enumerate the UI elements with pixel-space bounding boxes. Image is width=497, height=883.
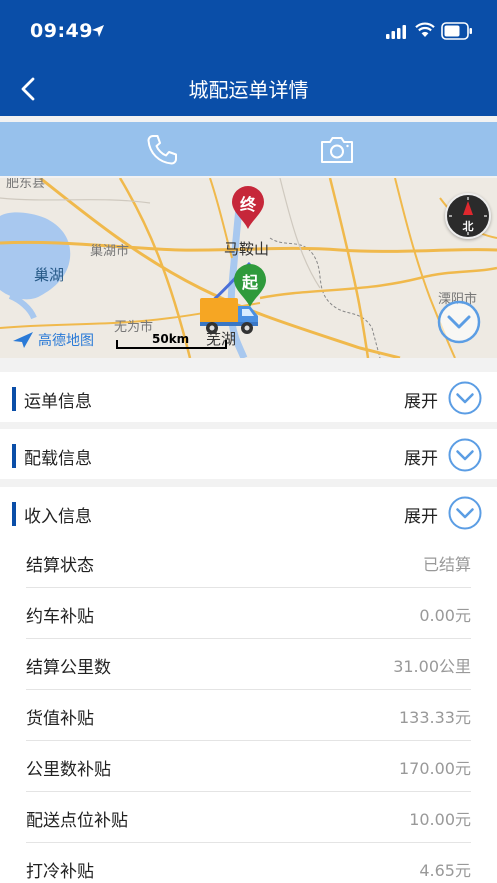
map-scale-label: 50km bbox=[152, 332, 190, 346]
row-label: 结算状态 bbox=[26, 556, 94, 576]
income-detail-list: 结算状态 已结算 约车补贴 0.00元 结算公里数 31.00公里 货值补贴 1… bbox=[0, 537, 497, 883]
list-item: 货值补贴 133.33元 bbox=[0, 690, 497, 741]
app-header: 09:49 城配运单详情 bbox=[0, 0, 497, 116]
battery-icon bbox=[441, 22, 472, 40]
section-title: 运单信息 bbox=[24, 392, 92, 412]
section-waybill-info[interactable]: 运单信息 展开 bbox=[0, 372, 497, 422]
wifi-icon bbox=[415, 22, 435, 37]
list-item: 公里数补贴 170.00元 bbox=[0, 741, 497, 792]
status-bar: 09:49 bbox=[0, 0, 497, 62]
end-pin-label: 终 bbox=[239, 195, 256, 214]
map-label-dongzhuang: 肥东县 bbox=[6, 178, 46, 191]
section-income-info[interactable]: 收入信息 展开 bbox=[0, 487, 497, 537]
row-label: 打冷补贴 bbox=[26, 862, 94, 882]
section-expand-label[interactable]: 展开 bbox=[404, 444, 438, 469]
section-title: 配载信息 bbox=[24, 449, 92, 469]
chevron-down-circle-icon[interactable] bbox=[448, 381, 482, 415]
list-item: 结算状态 已结算 bbox=[0, 537, 497, 588]
amap-logo: 高德地图 bbox=[12, 330, 94, 350]
row-value: 170.00元 bbox=[399, 759, 471, 778]
map-label-chaohu-city: 巢湖市 bbox=[90, 244, 130, 259]
camera-button[interactable] bbox=[316, 130, 358, 170]
row-value: 10.00元 bbox=[409, 810, 471, 829]
row-label: 结算公里数 bbox=[26, 658, 111, 678]
location-arrow-icon bbox=[92, 25, 104, 37]
section-expand-label[interactable]: 展开 bbox=[404, 502, 438, 527]
row-value: 31.00公里 bbox=[393, 657, 471, 676]
end-point-marker[interactable]: 终 bbox=[230, 184, 266, 230]
list-item: 打冷补贴 4.65元 bbox=[0, 843, 497, 883]
row-value: 已结算 bbox=[422, 555, 471, 574]
section-accent-bar bbox=[12, 387, 16, 411]
row-label: 约车补贴 bbox=[26, 607, 94, 627]
row-label: 公里数补贴 bbox=[26, 760, 111, 780]
map-expand-button[interactable] bbox=[437, 300, 481, 344]
row-value: 133.33元 bbox=[399, 708, 471, 727]
list-item: 配送点位补贴 10.00元 bbox=[0, 792, 497, 843]
compass-north-label: 北 bbox=[462, 220, 474, 233]
map-label-maanshan: 马鞍山 bbox=[224, 240, 270, 258]
amap-logo-text: 高德地图 bbox=[38, 333, 94, 349]
phone-icon bbox=[147, 135, 177, 165]
chevron-down-circle-icon[interactable] bbox=[448, 496, 482, 530]
list-item: 约车补贴 0.00元 bbox=[0, 588, 497, 639]
call-button[interactable] bbox=[142, 130, 182, 170]
screen: 09:49 城配运单详情 肥东县 巢湖市 巢湖 马鞍山 无为市 芜湖 溧阳市 终… bbox=[0, 0, 497, 883]
action-bar bbox=[0, 122, 497, 176]
section-accent-bar bbox=[12, 444, 16, 468]
row-value: 0.00元 bbox=[419, 606, 471, 625]
map-label-chaohu-lake: 巢湖 bbox=[34, 266, 65, 284]
row-value: 4.65元 bbox=[419, 861, 471, 880]
section-expand-label[interactable]: 展开 bbox=[404, 387, 438, 412]
section-accent-bar bbox=[12, 502, 16, 526]
page-title: 城配运单详情 bbox=[188, 78, 309, 102]
page-title-wrap: 城配运单详情 bbox=[0, 74, 497, 103]
start-pin-label: 起 bbox=[241, 273, 258, 292]
status-time: 09:49 bbox=[30, 20, 93, 42]
row-label: 配送点位补贴 bbox=[26, 811, 128, 831]
section-load-info[interactable]: 配载信息 展开 bbox=[0, 429, 497, 479]
compass-button[interactable]: 北 bbox=[445, 193, 491, 239]
row-label: 货值补贴 bbox=[26, 709, 94, 729]
camera-icon bbox=[321, 137, 353, 163]
chevron-down-circle-icon[interactable] bbox=[448, 438, 482, 472]
cellular-signal-icon bbox=[386, 25, 406, 39]
amap-arrow-icon bbox=[13, 332, 33, 348]
list-item: 结算公里数 31.00公里 bbox=[0, 639, 497, 690]
section-title: 收入信息 bbox=[24, 507, 92, 527]
